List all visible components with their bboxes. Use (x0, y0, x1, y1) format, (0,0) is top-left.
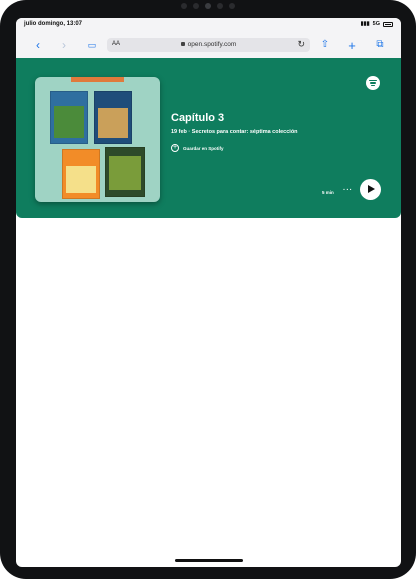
save-on-spotify-button[interactable]: + Guardar en Spotify (171, 144, 224, 152)
tabs-icon[interactable]: ⧉ (372, 37, 388, 53)
spotify-logo-icon[interactable] (366, 76, 380, 90)
episode-title[interactable]: Capítulo 3 (171, 112, 224, 124)
sensor-icon (193, 3, 199, 9)
browser-toolbar: ‹ › ▭ AA open.spotify.com ↻ ⇧ + ⧉ (16, 32, 401, 59)
lock-icon (180, 42, 185, 47)
episode-cover-image[interactable] (35, 77, 160, 202)
status-bar: julio domingo, 13:07 ▮▮▮ 5G (16, 18, 401, 32)
screen: julio domingo, 13:07 ▮▮▮ 5G ‹ › ▭ AA ope… (16, 18, 401, 567)
network-label: 5G (372, 21, 380, 27)
status-time: julio domingo, 13:07 (24, 21, 83, 27)
episode-duration: 5 min (322, 190, 334, 195)
camera-bar (170, 2, 246, 10)
cover-book (62, 149, 100, 199)
signal-icon: ▮▮▮ (360, 21, 370, 27)
sensor-icon (181, 3, 187, 9)
address-bar[interactable]: AA open.spotify.com ↻ (107, 38, 310, 52)
url-value: open.spotify.com (187, 41, 237, 48)
chevron-left-icon[interactable]: ‹ (30, 37, 46, 53)
cover-book (105, 147, 145, 197)
sensor-icon (229, 3, 235, 9)
plus-circle-icon: + (171, 144, 179, 152)
spotify-embed: Capítulo 3 19 feb · Secretos para contar… (16, 58, 401, 218)
cover-book (50, 91, 88, 144)
more-options-button[interactable]: ··· (343, 187, 353, 194)
url-text: open.spotify.com (107, 41, 310, 48)
book-icon[interactable]: ▭ (84, 37, 100, 53)
cover-book (94, 91, 132, 144)
share-icon[interactable]: ⇧ (317, 37, 333, 53)
save-label: Guardar en Spotify (183, 145, 224, 151)
home-indicator (175, 559, 243, 562)
device-frame: julio domingo, 13:07 ▮▮▮ 5G ‹ › ▭ AA ope… (0, 0, 416, 579)
episode-meta: 19 feb · Secretos para contar: séptima c… (171, 129, 298, 135)
plus-icon[interactable]: + (344, 37, 360, 53)
camera-icon (205, 3, 211, 9)
chevron-right-icon[interactable]: › (56, 37, 72, 53)
reload-icon[interactable]: ↻ (297, 39, 305, 50)
battery-icon (383, 21, 393, 27)
play-button[interactable] (360, 179, 381, 200)
status-indicators: ▮▮▮ 5G (361, 21, 393, 27)
cover-banner (71, 77, 124, 82)
sensor-icon (217, 3, 223, 9)
